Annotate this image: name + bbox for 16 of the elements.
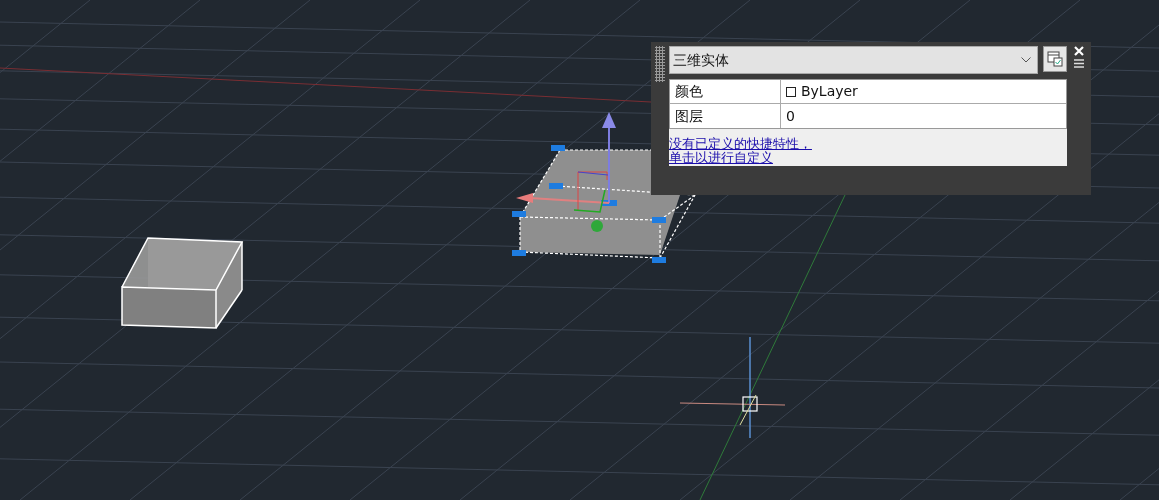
drag-handle-icon[interactable] [655,46,665,82]
chevron-down-icon [1021,57,1032,63]
color-swatch-icon [785,86,796,97]
object-type-dropdown[interactable]: 三维实体 [668,46,1039,74]
select-objects-button[interactable] [1043,46,1068,72]
property-name: 颜色 [669,80,781,104]
close-icon[interactable] [1074,46,1085,56]
crosshair-cursor-icon [679,336,786,439]
object-type-text: 三维实体 [672,50,729,70]
property-name: 图层 [669,104,781,128]
property-value-text: ByLayer [800,82,858,101]
property-value[interactable]: 0 [780,104,1067,128]
property-value-field[interactable]: ByLayer [780,80,1067,104]
customize-link[interactable]: 单击以进行自定义 [668,151,773,165]
customize-link[interactable]: 没有已定义的快捷特性， [668,137,812,151]
menu-icon[interactable] [1074,59,1085,69]
